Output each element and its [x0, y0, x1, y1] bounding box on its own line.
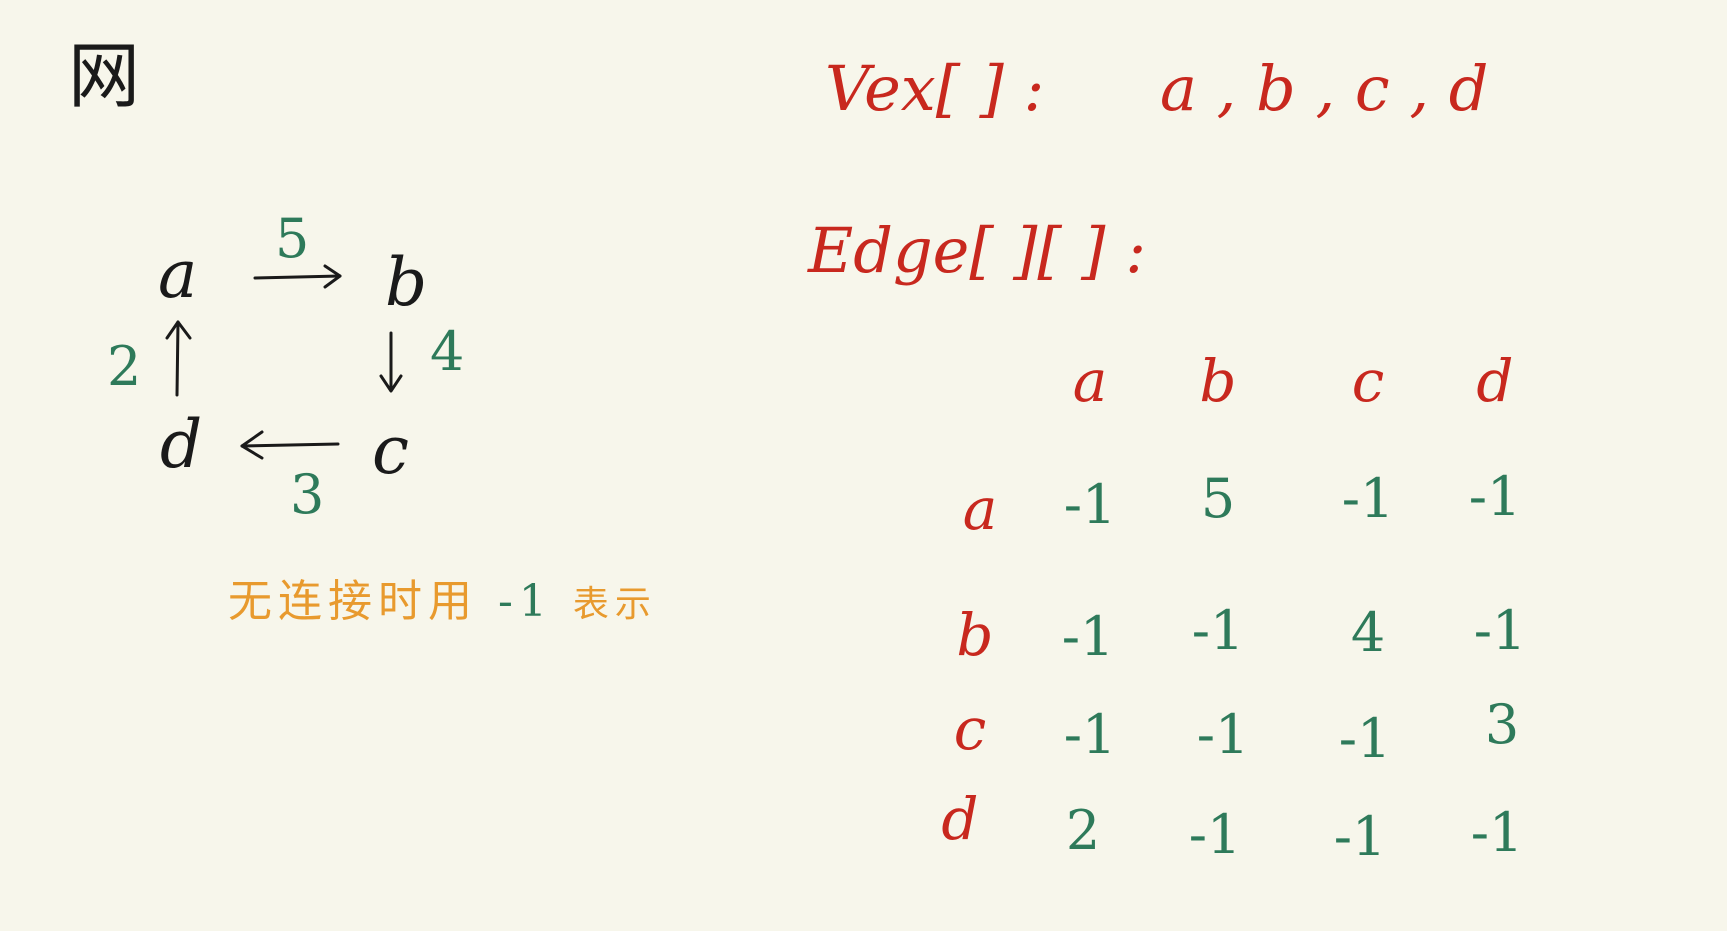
note-value: -1: [498, 576, 553, 627]
edge-weight-c-d: 3: [290, 463, 325, 526]
matrix-cell: -1: [1470, 801, 1524, 864]
matrix-cell: -1: [1473, 599, 1527, 662]
edge-weight-d-a: 2: [107, 335, 142, 398]
matrix-cell: -1: [1188, 803, 1242, 866]
matrix-cell: -1: [1061, 605, 1115, 668]
matrix-row-header: d: [941, 785, 979, 853]
edge-arrow-d-a: [175, 320, 180, 397]
note-suffix: 表示: [572, 584, 657, 625]
matrix-row-header: c: [953, 695, 987, 763]
matrix-cell: -1: [1196, 703, 1250, 766]
matrix-column-header: a: [1072, 347, 1108, 415]
matrix-cell: -1: [1191, 599, 1245, 662]
graph-arrows: [165, 264, 403, 460]
edge-arrow-c-d: [240, 442, 340, 448]
matrix-cell: -1: [1338, 707, 1392, 770]
matrix-column-header: b: [1199, 347, 1237, 415]
matrix-cell: 4: [1350, 601, 1386, 664]
legend-note: 无连接时用 -1 表示: [228, 580, 657, 624]
vex-label: Vex[ ] :: [825, 52, 1045, 125]
vex-items: a , b , c , d: [1160, 52, 1489, 125]
matrix-cell: 5: [1200, 467, 1236, 530]
matrix-cell: 3: [1484, 693, 1520, 756]
matrix-column-header: d: [1476, 347, 1514, 415]
matrix-column-header: c: [1351, 347, 1385, 415]
note-text: 无连接时用: [228, 576, 478, 627]
matrix-row-header: b: [956, 601, 994, 669]
matrix-row-header: a: [962, 475, 998, 543]
edge-weight-b-c: 4: [430, 320, 465, 383]
matrix-cell: -1: [1063, 703, 1117, 766]
edge-arrow-a-b: [253, 274, 342, 280]
matrix-cell: -1: [1341, 467, 1395, 530]
matrix-cell: 2: [1065, 799, 1101, 862]
edge-weight-a-b: 5: [275, 207, 310, 270]
matrix-cell: -1: [1063, 473, 1117, 536]
edge-matrix-label: Edge[ ][ ] :: [808, 214, 1147, 287]
matrix-cell: -1: [1468, 465, 1522, 528]
matrix-cell: -1: [1333, 805, 1387, 868]
